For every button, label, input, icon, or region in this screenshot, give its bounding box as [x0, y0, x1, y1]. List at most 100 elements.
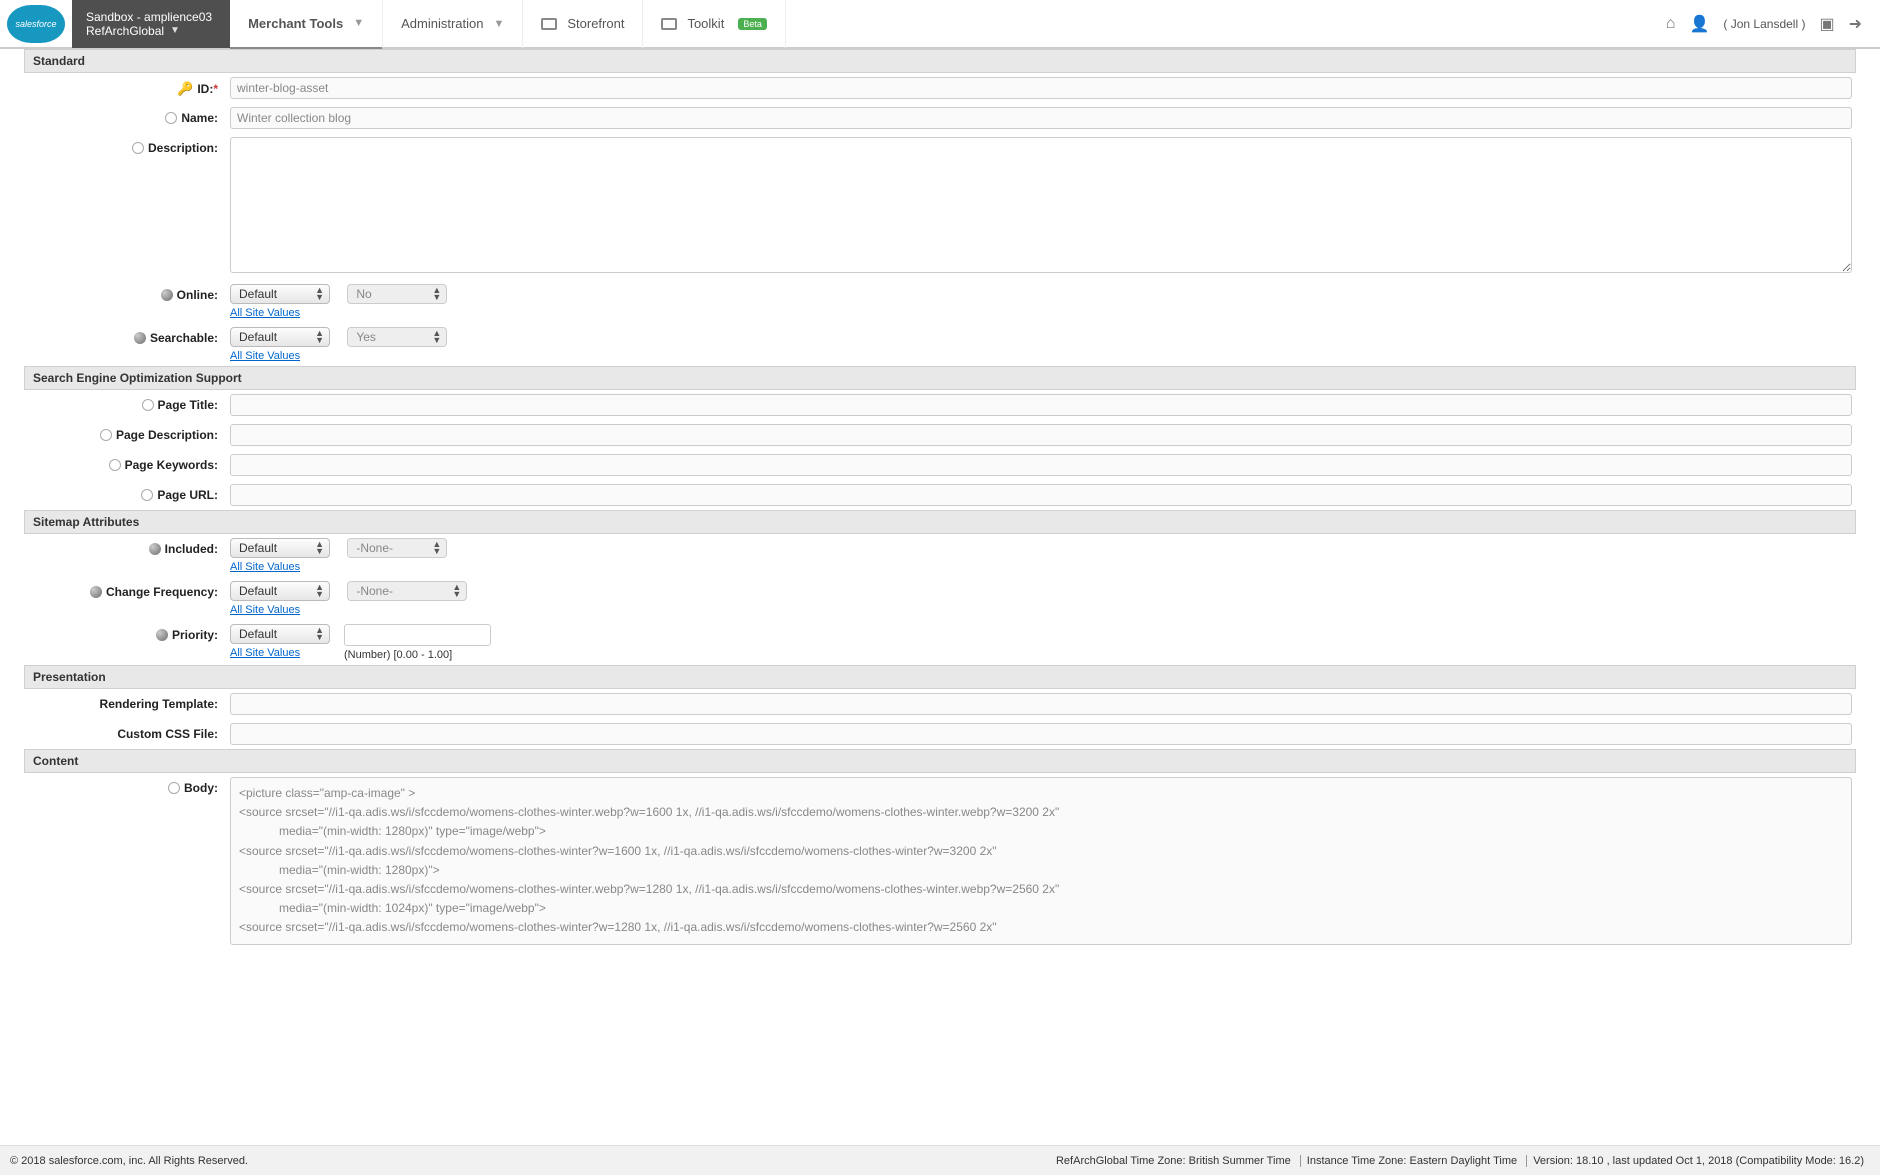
- user-name-label: ( Jon Lansdell ): [1723, 17, 1805, 31]
- id-input[interactable]: [230, 77, 1852, 99]
- row-rendering-template: Rendering Template:: [24, 689, 1856, 719]
- globe-icon: [109, 459, 121, 471]
- section-header-presentation: Presentation: [24, 665, 1856, 689]
- footer: © 2018 salesforce.com, inc. All Rights R…: [0, 1145, 1880, 1175]
- online-all-site-values-link[interactable]: All Site Values: [230, 307, 300, 319]
- chevron-down-icon: ▼: [493, 18, 504, 30]
- label-custom-css: Custom CSS File:: [117, 727, 218, 741]
- searchable-all-site-values-link[interactable]: All Site Values: [230, 350, 300, 362]
- label-name: Name:: [181, 111, 218, 125]
- label-page-description: Page Description:: [116, 428, 218, 442]
- key-icon: 🔑: [177, 81, 193, 97]
- row-searchable: Searchable: Default▲▼ Yes▲▼ All Site Val…: [24, 323, 1856, 366]
- section-header-content: Content: [24, 749, 1856, 773]
- body-input[interactable]: <picture class="amp-ca-image" > <source …: [230, 777, 1852, 945]
- page-title-input[interactable]: [230, 394, 1852, 416]
- chevron-down-icon: ▼: [353, 17, 364, 29]
- label-description: Description:: [148, 141, 218, 155]
- footer-copyright: © 2018 salesforce.com, inc. All Rights R…: [10, 1155, 248, 1167]
- tab-storefront[interactable]: Storefront: [523, 0, 643, 48]
- page-keywords-input[interactable]: [230, 454, 1852, 476]
- searchable-value-select[interactable]: Yes▲▼: [347, 327, 447, 347]
- sandbox-name: Sandbox - amplience03: [86, 10, 212, 24]
- searchable-scope-select[interactable]: Default▲▼: [230, 327, 330, 347]
- site-icon: [156, 629, 168, 641]
- monitor-icon: [541, 18, 557, 30]
- change-frequency-value-select[interactable]: -None-▲▼: [347, 581, 467, 601]
- page-description-input[interactable]: [230, 424, 1852, 446]
- priority-hint: (Number) [0.00 - 1.00]: [344, 649, 491, 661]
- label-priority: Priority:: [172, 628, 218, 642]
- label-page-title: Page Title:: [158, 398, 218, 412]
- beta-badge: Beta: [738, 18, 767, 30]
- section-header-seo: Search Engine Optimization Support: [24, 366, 1856, 390]
- online-value-select[interactable]: No▲▼: [347, 284, 447, 304]
- globe-icon: [132, 142, 144, 154]
- label-page-keywords: Page Keywords:: [125, 458, 218, 472]
- rendering-template-input[interactable]: [230, 693, 1852, 715]
- online-scope-select[interactable]: Default▲▼: [230, 284, 330, 304]
- row-name: Name:: [24, 103, 1856, 133]
- tab-administration[interactable]: Administration ▼: [383, 0, 523, 48]
- footer-tz2: Instance Time Zone: Eastern Daylight Tim…: [1300, 1155, 1523, 1167]
- site-icon: [161, 289, 173, 301]
- salesforce-logo[interactable]: salesforce: [0, 0, 72, 48]
- included-scope-select[interactable]: Default▲▼: [230, 538, 330, 558]
- sandbox-selector[interactable]: Sandbox - amplience03 RefArchGlobal ▼: [72, 0, 230, 48]
- label-rendering-template: Rendering Template:: [100, 697, 218, 711]
- label-page-url: Page URL:: [157, 488, 218, 502]
- footer-tz1: RefArchGlobal Time Zone: British Summer …: [1056, 1155, 1297, 1167]
- included-value-select[interactable]: -None-▲▼: [347, 538, 447, 558]
- section-header-sitemap: Sitemap Attributes: [24, 510, 1856, 534]
- row-id: 🔑 ID:*: [24, 73, 1856, 103]
- label-body: Body:: [184, 781, 218, 795]
- row-included: Included: Default▲▼ -None-▲▼ All Site Va…: [24, 534, 1856, 577]
- row-page-keywords: Page Keywords:: [24, 450, 1856, 480]
- tab-merchant-tools[interactable]: Merchant Tools ▼: [230, 0, 383, 50]
- priority-all-site-values-link[interactable]: All Site Values: [230, 647, 300, 659]
- priority-scope-select[interactable]: Default▲▼: [230, 624, 330, 644]
- change-frequency-all-site-values-link[interactable]: All Site Values: [230, 604, 300, 616]
- site-name: RefArchGlobal ▼: [86, 24, 212, 38]
- site-icon: [149, 543, 161, 555]
- logout-icon[interactable]: ➜: [1849, 14, 1862, 34]
- custom-css-input[interactable]: [230, 723, 1852, 745]
- row-priority: Priority: Default▲▼ All Site Values (Num…: [24, 620, 1856, 665]
- chevron-down-icon: ▼: [170, 25, 180, 36]
- section-header-standard: Standard: [24, 49, 1856, 73]
- site-icon: [134, 332, 146, 344]
- globe-icon: [141, 489, 153, 501]
- priority-input[interactable]: [344, 624, 491, 646]
- label-online: Online:: [177, 288, 218, 302]
- name-input[interactable]: [230, 107, 1852, 129]
- cloud-icon: salesforce: [7, 5, 65, 43]
- nav-tabs: Merchant Tools ▼ Administration ▼ Storef…: [230, 0, 786, 48]
- description-input[interactable]: [230, 137, 1852, 273]
- label-id: ID:*: [197, 82, 218, 96]
- page-url-input[interactable]: [230, 484, 1852, 506]
- label-searchable: Searchable:: [150, 331, 218, 345]
- globe-icon: [142, 399, 154, 411]
- row-body: Body: <picture class="amp-ca-image" > <s…: [24, 773, 1856, 949]
- globe-icon: [100, 429, 112, 441]
- row-page-description: Page Description:: [24, 420, 1856, 450]
- footer-version: Version: 18.10 , last updated Oct 1, 201…: [1526, 1155, 1870, 1167]
- user-icon[interactable]: 👤: [1689, 14, 1709, 34]
- included-all-site-values-link[interactable]: All Site Values: [230, 561, 300, 573]
- row-page-url: Page URL:: [24, 480, 1856, 510]
- row-page-title: Page Title:: [24, 390, 1856, 420]
- topnav-right: ⌂ 👤 ( Jon Lansdell ) ▣ ➜: [1666, 14, 1880, 34]
- label-change-frequency: Change Frequency:: [106, 585, 218, 599]
- label-included: Included:: [165, 542, 218, 556]
- row-change-frequency: Change Frequency: Default▲▼ -None-▲▼ All…: [24, 577, 1856, 620]
- change-frequency-scope-select[interactable]: Default▲▼: [230, 581, 330, 601]
- site-icon: [90, 586, 102, 598]
- home-icon[interactable]: ⌂: [1666, 15, 1676, 33]
- row-online: Online: Default▲▼ No▲▼ All Site Values: [24, 280, 1856, 323]
- globe-icon: [168, 782, 180, 794]
- footer-right: RefArchGlobal Time Zone: British Summer …: [1056, 1155, 1870, 1167]
- package-icon[interactable]: ▣: [1819, 14, 1834, 34]
- tab-toolkit[interactable]: Toolkit Beta: [643, 0, 785, 48]
- globe-icon: [165, 112, 177, 124]
- row-description: Description:: [24, 133, 1856, 280]
